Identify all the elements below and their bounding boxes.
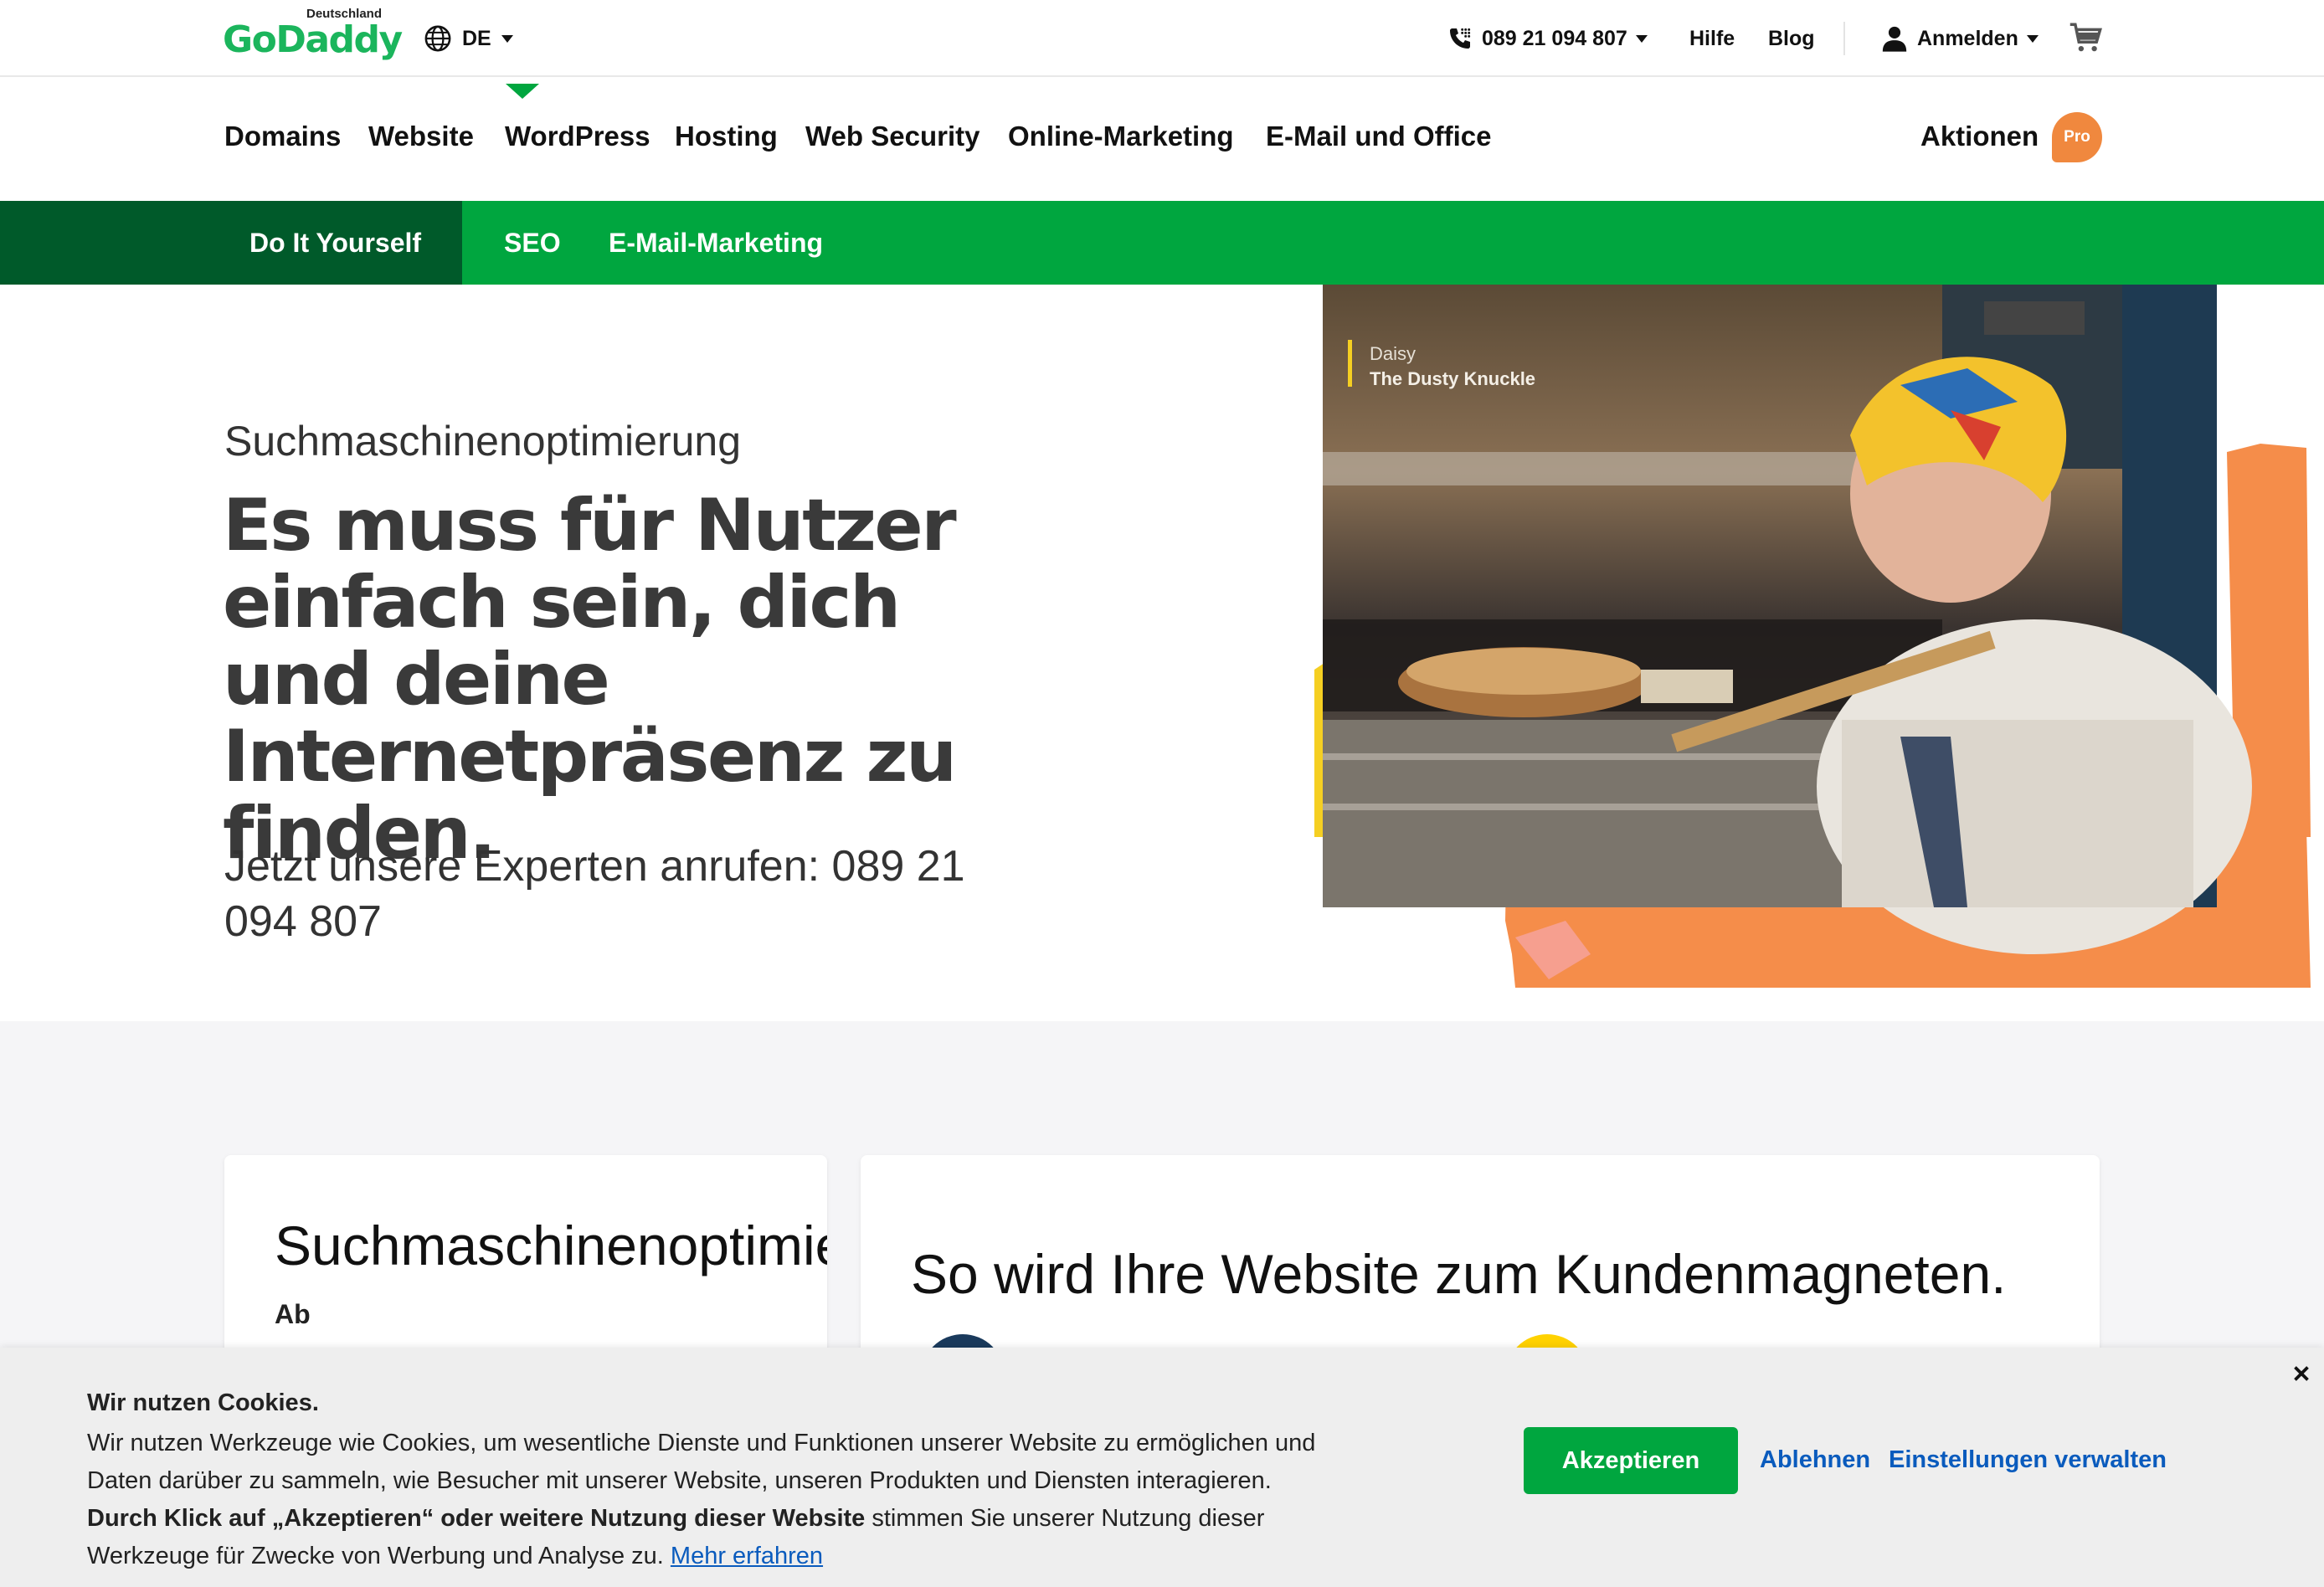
logo-wordmark: GoDaddy bbox=[223, 18, 403, 61]
decline-button[interactable]: Ablehnen bbox=[1760, 1446, 1870, 1474]
signin-menu[interactable]: Anmelden bbox=[1880, 20, 2039, 57]
hero-title: Es muss für Nutzer einfach sein, dich un… bbox=[223, 484, 957, 876]
learn-more-link[interactable]: Mehr erfahren bbox=[671, 1543, 823, 1569]
close-icon[interactable] bbox=[2289, 1361, 2314, 1386]
divider bbox=[1843, 22, 1845, 55]
godaddy-logo[interactable]: Deutschland GoDaddy bbox=[223, 7, 403, 61]
signin-label: Anmelden bbox=[1917, 26, 2018, 50]
nav-website[interactable]: Website bbox=[368, 121, 474, 152]
help-link[interactable]: Hilfe bbox=[1689, 20, 1735, 57]
manage-settings-button[interactable]: Einstellungen verwalten bbox=[1889, 1446, 2167, 1474]
phone-menu[interactable]: 089 21 094 807 bbox=[1447, 20, 1648, 57]
subnav-email-marketing[interactable]: E-Mail-Marketing bbox=[609, 228, 823, 259]
chevron-down-icon bbox=[2026, 34, 2039, 43]
cookie-title: Wir nutzen Cookies. bbox=[87, 1389, 319, 1416]
language-label: DE bbox=[462, 26, 491, 50]
utility-bar: Deutschland GoDaddy DE 089 21 094 807 Hi… bbox=[0, 0, 2324, 77]
cookie-text: Wir nutzen Werkzeuge wie Cookies, um wes… bbox=[87, 1425, 1376, 1575]
hero-phone-cta: Jetzt unsere Experten anrufen: 089 21 09… bbox=[224, 842, 965, 946]
hero-eyebrow: Suchmaschinenoptimierung bbox=[224, 418, 742, 465]
chevron-down-icon bbox=[501, 34, 513, 43]
phone-icon bbox=[1450, 28, 1471, 49]
caption-name: Daisy bbox=[1370, 343, 1416, 364]
active-tab-indicator bbox=[506, 84, 539, 99]
cart-icon[interactable] bbox=[2068, 20, 2105, 55]
cookie-text-bold: Durch Klick auf „Akzeptieren“ oder weite… bbox=[87, 1505, 866, 1532]
nav-domains[interactable]: Domains bbox=[224, 121, 341, 152]
subnav-do-it-yourself[interactable]: Do It Yourself bbox=[249, 228, 421, 259]
user-icon bbox=[1882, 26, 1907, 52]
sub-nav: Do It Yourself SEO E-Mail-Marketing bbox=[0, 201, 2324, 285]
nav-wordpress[interactable]: WordPress bbox=[505, 121, 650, 152]
subnav-seo[interactable]: SEO bbox=[504, 228, 561, 259]
pro-badge[interactable]: Pro bbox=[2052, 112, 2102, 162]
card-title: Suchmaschinenoptimie bbox=[275, 1215, 827, 1276]
nav-email-office[interactable]: E-Mail und Office bbox=[1266, 121, 1492, 152]
language-selector[interactable]: DE bbox=[424, 22, 513, 55]
cookie-text-intro: Wir nutzen Werkzeuge wie Cookies, um wes… bbox=[87, 1430, 1316, 1494]
globe-icon bbox=[424, 25, 451, 52]
card-price-prefix: Ab bbox=[275, 1299, 311, 1329]
chevron-down-icon bbox=[1635, 34, 1648, 43]
main-nav: Domains Website WordPress Hosting Web Se… bbox=[0, 77, 2324, 201]
nav-web-security[interactable]: Web Security bbox=[805, 121, 979, 152]
card-title: So wird Ihre Website zum Kundenmagneten. bbox=[911, 1243, 2007, 1305]
hero-image: Daisy The Dusty Knuckle bbox=[1314, 285, 2311, 988]
nav-online-marketing[interactable]: Online-Marketing bbox=[1008, 121, 1234, 152]
caption-business: The Dusty Knuckle bbox=[1370, 368, 1535, 389]
nav-hosting[interactable]: Hosting bbox=[675, 121, 778, 152]
nav-aktionen[interactable]: Aktionen bbox=[1920, 121, 2039, 152]
blog-link[interactable]: Blog bbox=[1768, 20, 1815, 57]
cookie-banner: Wir nutzen Cookies. Wir nutzen Werkzeuge… bbox=[0, 1348, 2324, 1587]
accept-button[interactable]: Akzeptieren bbox=[1524, 1427, 1738, 1494]
phone-number: 089 21 094 807 bbox=[1482, 26, 1627, 50]
